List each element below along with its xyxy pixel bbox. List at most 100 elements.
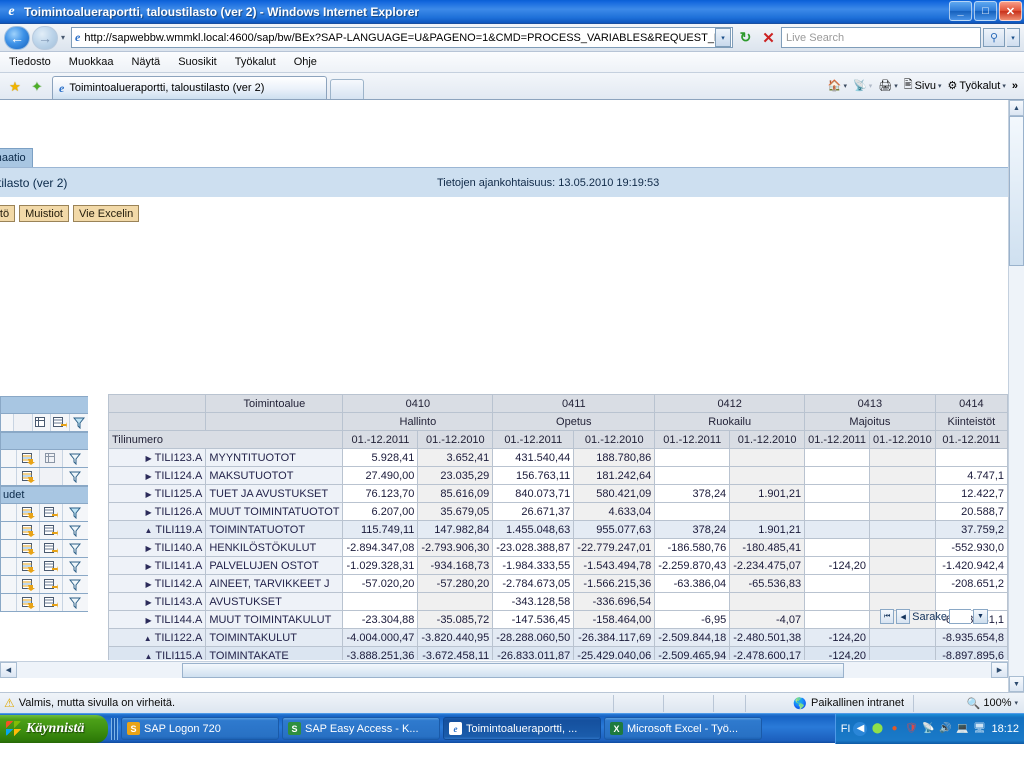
data-cell[interactable]: -23.028.388,87: [492, 538, 575, 557]
data-cell[interactable]: -2.234.475,07: [729, 556, 806, 575]
data-cell[interactable]: 431.540,44: [492, 448, 575, 467]
filter-icon[interactable]: [63, 576, 86, 593]
header-period-0414-2011[interactable]: 01.-12.2011: [934, 430, 1008, 449]
filter-icon[interactable]: [63, 594, 86, 611]
header-group-code-0413[interactable]: 0413: [804, 394, 936, 413]
data-cell[interactable]: 20.588,7: [934, 502, 1008, 521]
data-cell[interactable]: 378,24: [654, 520, 731, 539]
data-cell[interactable]: -2.509.465,94: [654, 646, 731, 660]
drilldown-icon[interactable]: [17, 522, 40, 539]
header-group-code-0411[interactable]: 0411: [492, 394, 656, 413]
data-cell[interactable]: [868, 556, 936, 575]
table-row[interactable]: ▶ TILI126.A MUUT TOIMINTATUOTOT 6.207,00 35.…: [107, 502, 1008, 521]
row-code-cell[interactable]: ▶ TILI142.A: [107, 574, 207, 593]
table-row[interactable]: ▶ TILI143.A AVUSTUKSET -343.128,58 -336.696,…: [107, 592, 1008, 611]
data-cell[interactable]: [804, 466, 870, 485]
data-cell[interactable]: 181.242,64: [573, 466, 656, 485]
data-cell[interactable]: -158.464,00: [573, 610, 656, 629]
swap-axes-icon[interactable]: [40, 594, 63, 611]
navpane-row[interactable]: [0, 450, 88, 468]
navpane-row[interactable]: [0, 558, 88, 576]
data-cell[interactable]: [804, 592, 870, 611]
data-cell[interactable]: -57.280,20: [417, 574, 494, 593]
data-cell[interactable]: -1.029.328,31: [342, 556, 419, 575]
data-cell[interactable]: -57.020,20: [342, 574, 419, 593]
vertical-scroll-thumb[interactable]: [1009, 116, 1024, 266]
data-cell[interactable]: 580.421,09: [573, 484, 656, 503]
data-cell[interactable]: 3.652,41: [417, 448, 494, 467]
navpane-row[interactable]: [0, 576, 88, 594]
home-icon[interactable]: 🏠 ▾: [826, 78, 849, 93]
data-cell[interactable]: -1.566.215,36: [573, 574, 656, 593]
data-cell[interactable]: [654, 448, 731, 467]
header-group-code-0412[interactable]: 0412: [654, 394, 806, 413]
data-cell[interactable]: 23.035,29: [417, 466, 494, 485]
row-code-cell[interactable]: ▶ TILI144.A: [107, 610, 207, 629]
swap-axes-icon[interactable]: [40, 540, 63, 557]
expand-toggle-icon[interactable]: ▶: [145, 472, 151, 481]
header-period-0413-2010[interactable]: 01.-12.2010: [868, 430, 936, 449]
data-cell[interactable]: 156.763,11: [492, 466, 575, 485]
row-name-cell[interactable]: AINEET, TARVIKKEET J: [205, 574, 344, 593]
data-cell[interactable]: 12.422,7: [934, 484, 1008, 503]
header-group-name-majoitus[interactable]: Majoitus: [804, 412, 936, 431]
chevron-down-icon[interactable]: ▾: [1002, 82, 1006, 90]
add-favorite-icon[interactable]: ✦: [26, 75, 48, 99]
data-cell[interactable]: -1.984.333,55: [492, 556, 575, 575]
data-cell[interactable]: -26.833.011,87: [492, 646, 575, 660]
data-cell[interactable]: 35.679,05: [417, 502, 494, 521]
data-cell[interactable]: -8.897.895,6: [934, 646, 1008, 660]
horizontal-scroll-thumb[interactable]: [182, 662, 844, 678]
first-page-icon[interactable]: ⏮: [880, 609, 895, 624]
data-cell[interactable]: -147.536,45: [492, 610, 575, 629]
row-code-cell[interactable]: ▶ TILI125.A: [107, 484, 207, 503]
data-cell[interactable]: -934.168,73: [417, 556, 494, 575]
data-cell[interactable]: [729, 466, 806, 485]
swap-axes-icon[interactable]: [40, 450, 63, 467]
browser-tab-report[interactable]: e Toimintoalueraportti, taloustilasto (v…: [52, 76, 327, 99]
menu-item-view[interactable]: Näytä: [130, 54, 161, 70]
expand-toggle-icon[interactable]: ▶: [145, 616, 151, 625]
search-input[interactable]: Live Search: [781, 27, 981, 48]
paging-select-input[interactable]: [949, 609, 971, 624]
row-code-cell[interactable]: ▶ TILI143.A: [107, 592, 207, 611]
header-period-0412-2011[interactable]: 01.-12.2011: [654, 430, 731, 449]
data-cell[interactable]: [868, 448, 936, 467]
data-cell[interactable]: [804, 520, 870, 539]
swap-axes-icon[interactable]: [40, 522, 63, 539]
data-cell[interactable]: -336.696,54: [573, 592, 656, 611]
data-cell[interactable]: -3.672.458,11: [417, 646, 494, 660]
row-name-cell[interactable]: PALVELUJEN OSTOT: [205, 556, 344, 575]
data-cell[interactable]: [868, 646, 936, 660]
data-cell[interactable]: 1.901,21: [729, 484, 806, 503]
scroll-up-button[interactable]: ▲: [1009, 100, 1024, 116]
swap-axes-icon[interactable]: [40, 576, 63, 593]
data-cell[interactable]: -28.288.060,50: [492, 628, 575, 647]
report-button-notes[interactable]: Muistiot: [19, 205, 69, 222]
network-icon[interactable]: 📡: [921, 722, 935, 736]
row-code-cell[interactable]: ▲ TILI115.A: [107, 646, 207, 660]
header-group-name-ruokailu[interactable]: Ruokailu: [654, 412, 806, 431]
data-cell[interactable]: [804, 484, 870, 503]
data-cell[interactable]: 4.633,04: [573, 502, 656, 521]
row-name-cell[interactable]: TUET JA AVUSTUKSET: [205, 484, 344, 503]
header-period-0410-2011[interactable]: 01.-12.2011: [342, 430, 419, 449]
row-name-cell[interactable]: MAKSUTUOTOT: [205, 466, 344, 485]
table-row[interactable]: ▶ TILI123.A MYYNTITUOTOT 5.928,41 3.652,41 43…: [107, 448, 1008, 467]
drilldown-icon[interactable]: [17, 450, 40, 467]
taskbar-item-excel[interactable]: X Microsoft Excel - Työ...: [604, 717, 762, 740]
data-cell[interactable]: -26.384.117,69: [573, 628, 656, 647]
row-name-cell[interactable]: MUUT TOIMINTAKULUT: [205, 610, 344, 629]
antivirus-icon[interactable]: ●: [887, 722, 901, 736]
expand-toggle-icon[interactable]: ▶: [145, 490, 151, 499]
header-period-0411-2011[interactable]: 01.-12.2011: [492, 430, 575, 449]
data-cell[interactable]: [868, 466, 936, 485]
menu-item-tools[interactable]: Työkalut: [234, 54, 277, 70]
data-cell[interactable]: [654, 466, 731, 485]
report-button-export-excel[interactable]: Vie Excelin: [73, 205, 140, 222]
data-cell[interactable]: 955.077,63: [573, 520, 656, 539]
row-code-cell[interactable]: ▶ TILI124.A: [107, 466, 207, 485]
data-cell[interactable]: -124,20: [804, 628, 870, 647]
data-cell[interactable]: -3.820.440,95: [417, 628, 494, 647]
drilldown-icon[interactable]: [17, 576, 40, 593]
